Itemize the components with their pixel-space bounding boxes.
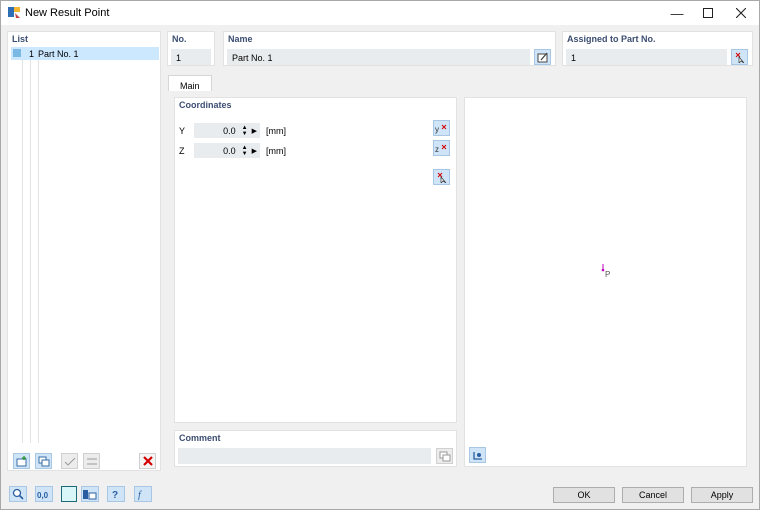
help-icon: ? [112, 490, 118, 500]
units-button[interactable]: 0,0 [35, 486, 53, 502]
tree-guide [22, 60, 23, 443]
copy-icon [439, 451, 450, 461]
comment-field[interactable] [178, 448, 431, 464]
formula-button[interactable]: f [134, 486, 152, 502]
info-icon [83, 490, 97, 500]
new-item-button[interactable] [13, 453, 30, 469]
pick-cursor-icon [437, 172, 446, 183]
list-item-name: Part No. 1 [38, 49, 79, 59]
z-coordinate-input[interactable]: 0.0 ▲ ▼ ▶ [194, 143, 260, 158]
dialog-window: New Result Point — List 1 Part No. 1 No.… [0, 0, 760, 510]
maximize-icon[interactable] [692, 1, 724, 25]
list-panel: List 1 Part No. 1 [7, 31, 161, 471]
edit-name-button[interactable] [534, 49, 551, 65]
close-icon[interactable] [725, 1, 757, 25]
number-label: No. [172, 34, 187, 44]
pick-part-button[interactable] [731, 49, 748, 65]
info-button[interactable] [81, 486, 99, 502]
svg-text:f: f [138, 490, 142, 500]
comment-library-button[interactable] [436, 448, 453, 464]
name-field[interactable]: Part No. 1 [227, 49, 530, 65]
ok-button[interactable]: OK [553, 487, 615, 503]
delete-button[interactable] [139, 453, 156, 469]
pick-point-button[interactable] [433, 169, 450, 185]
axis-z-label: Z [179, 146, 185, 156]
copy-item-button[interactable] [35, 453, 52, 469]
minimize-icon[interactable]: — [661, 1, 693, 25]
list-item-number: 1 [29, 49, 35, 59]
check-icon [64, 457, 75, 466]
y-unit: [mm] [266, 126, 286, 136]
cancel-button[interactable]: Cancel [622, 487, 684, 503]
assigned-label: Assigned to Part No. [567, 34, 656, 44]
renumber-button[interactable] [83, 453, 100, 469]
item-color-icon [13, 49, 21, 57]
formula-icon: f [138, 490, 142, 500]
pick-y-button[interactable]: y [433, 120, 450, 136]
assigned-field[interactable]: 1 [566, 49, 727, 65]
tree-guide [38, 60, 39, 443]
svg-text:y: y [435, 125, 439, 134]
delete-icon [142, 456, 153, 466]
svg-text:?: ? [112, 490, 118, 500]
axis-y-label: Y [179, 126, 186, 136]
assigned-panel: Assigned to Part No. 1 [562, 31, 753, 66]
spin-updown-icon[interactable]: ▲ ▼ [242, 125, 248, 137]
app-icon [8, 7, 20, 18]
comment-panel: Comment [174, 430, 457, 467]
svg-text:0,0: 0,0 [37, 491, 49, 500]
list-item[interactable]: 1 Part No. 1 [11, 47, 159, 60]
title-bar: New Result Point — [1, 1, 759, 25]
pick-y-icon: y [435, 124, 447, 134]
coordinates-panel: Coordinates Y 0.0 ▲ ▼ ▶ [mm] y Z 0.0 ▲ ▼ ▶… [174, 97, 457, 423]
spin-arrow-icon[interactable]: ▶ [252, 147, 257, 155]
copy-icon [38, 456, 49, 466]
search-icon [12, 488, 24, 500]
spin-arrow-icon[interactable]: ▶ [252, 127, 257, 135]
preview-panel: P [464, 97, 747, 467]
number-field[interactable]: 1 [171, 49, 211, 65]
comment-label: Comment [179, 433, 221, 443]
pick-z-button[interactable]: z [433, 140, 450, 156]
view-axes-icon [472, 451, 482, 460]
renumber-icon [86, 458, 97, 464]
pick-z-icon: z [435, 144, 447, 154]
y-value: 0.0 [223, 125, 236, 136]
new-item-icon [16, 455, 26, 466]
svg-text:z: z [435, 145, 439, 154]
edit-icon [537, 52, 547, 62]
view-options-button[interactable] [469, 447, 486, 463]
list-label: List [12, 34, 29, 44]
point-label: P [605, 270, 611, 279]
z-value: 0.0 [223, 145, 236, 156]
help-button[interactable]: ? [107, 486, 125, 502]
check-button[interactable] [61, 453, 78, 469]
y-coordinate-input[interactable]: 0.0 ▲ ▼ ▶ [194, 123, 260, 138]
coordinates-label: Coordinates [179, 100, 232, 110]
units-icon: 0,0 [37, 491, 49, 500]
name-label: Name [228, 34, 253, 44]
tree-guide [30, 60, 31, 443]
spin-updown-icon[interactable]: ▲ ▼ [242, 145, 248, 157]
window-title: New Result Point [25, 7, 110, 19]
z-unit: [mm] [266, 146, 286, 156]
pick-cursor-icon [735, 52, 744, 63]
number-panel: No. 1 [167, 31, 215, 66]
apply-button[interactable]: Apply [691, 487, 753, 503]
search-button[interactable] [9, 486, 27, 502]
name-panel: Name Part No. 1 [223, 31, 556, 66]
color-swatch[interactable] [61, 486, 77, 502]
